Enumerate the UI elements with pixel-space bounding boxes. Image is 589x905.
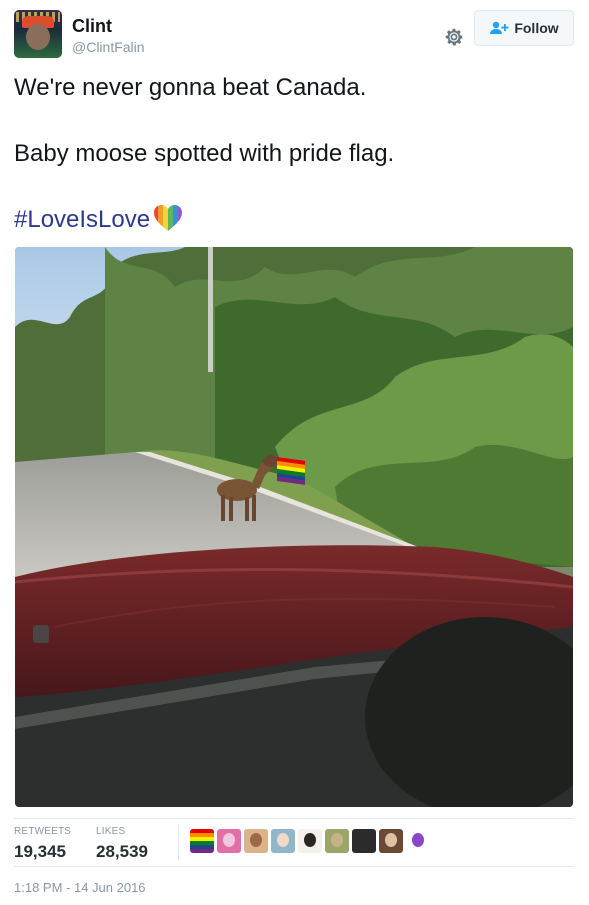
liker-avatar-blue[interactable] [271,829,295,853]
user-handle[interactable]: @ClintFalin [72,39,145,55]
stats-divider-bottom [14,866,574,867]
tweet-timestamp[interactable]: 1:18 PM - 14 Jun 2016 [14,880,146,895]
follow-label: Follow [514,20,559,36]
liker-face [277,833,289,847]
liker-face [223,833,235,847]
retweets-label[interactable]: RETWEETS [14,826,71,837]
moose-photo-illustration [15,247,573,807]
pride-flag [277,457,305,485]
liker-avatar-dark[interactable] [352,829,376,853]
follow-button[interactable]: Follow [474,10,574,46]
stats-separator [178,824,179,860]
liker-avatar-woman[interactable] [298,829,322,853]
liker-face [385,833,397,847]
liker-face [250,833,262,847]
tweet-line-2: Baby moose spotted with pride flag. [14,140,395,167]
stats-divider-top [14,818,574,819]
liker-avatar-rainbow-flag[interactable] [190,829,214,853]
liker-avatar-pink[interactable] [217,829,241,853]
tweet-line-1: We're never gonna beat Canada. [14,74,367,101]
liker-face [412,833,424,847]
profile-avatar[interactable] [14,10,62,58]
liker-avatars [190,829,430,853]
add-user-icon [489,21,509,35]
rainbow-heart-icon [152,202,184,234]
liker-face [358,833,370,847]
liker-avatar-purple[interactable] [406,829,430,853]
liker-avatar-outdoor[interactable] [325,829,349,853]
likes-count[interactable]: 28,539 [96,842,148,862]
likes-label[interactable]: LIKES [96,826,125,837]
liker-face [331,833,343,847]
liker-face [304,833,316,847]
liker-avatar-brunette[interactable] [379,829,403,853]
tweet-text: We're never gonna beat Canada. Baby moos… [14,72,574,233]
liker-avatar-group[interactable] [244,829,268,853]
tweet-header: Clint @ClintFalin Follow [14,10,575,60]
tweet-hashtag-line: #LoveIsLove [14,204,184,237]
gear-icon[interactable] [443,26,465,48]
display-name[interactable]: Clint [72,16,112,37]
hashtag-link[interactable]: #LoveIsLove [14,206,150,233]
tweet-photo[interactable] [15,247,573,807]
avatar-face [26,24,50,50]
retweets-count[interactable]: 19,345 [14,842,66,862]
